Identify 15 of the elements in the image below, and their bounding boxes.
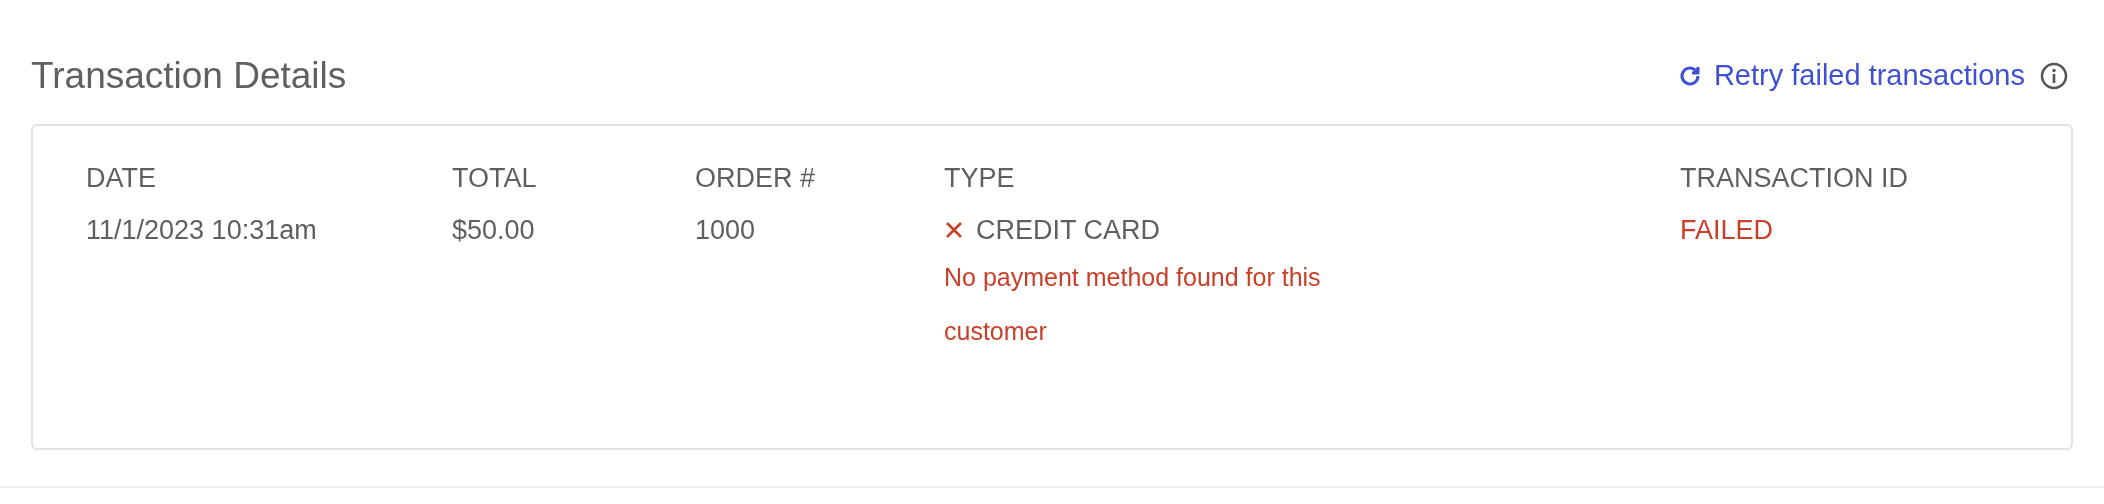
column-header: TYPE [944, 161, 1015, 195]
info-icon[interactable] [2039, 61, 2069, 91]
column-header: TOTAL [452, 161, 537, 195]
table-cell-text: 11/1/2023 10:31am [86, 214, 317, 247]
column-header: ORDER # [695, 161, 816, 195]
table-cell-text: 1000 [695, 214, 756, 247]
column-header: TRANSACTION ID [1680, 161, 1908, 195]
column-header: DATE [86, 161, 156, 195]
error-message: No payment method found for this customer [944, 262, 1322, 347]
retry-link[interactable]: Retry failed transactions [1677, 54, 2025, 98]
section-title: Transaction Details [31, 54, 347, 99]
table-cell-text: FAILED [1680, 214, 1774, 247]
refresh-icon [1677, 64, 1702, 88]
table-cell-text: CREDIT CARD [976, 214, 1161, 247]
table-cell-text: $50.00 [452, 214, 535, 247]
